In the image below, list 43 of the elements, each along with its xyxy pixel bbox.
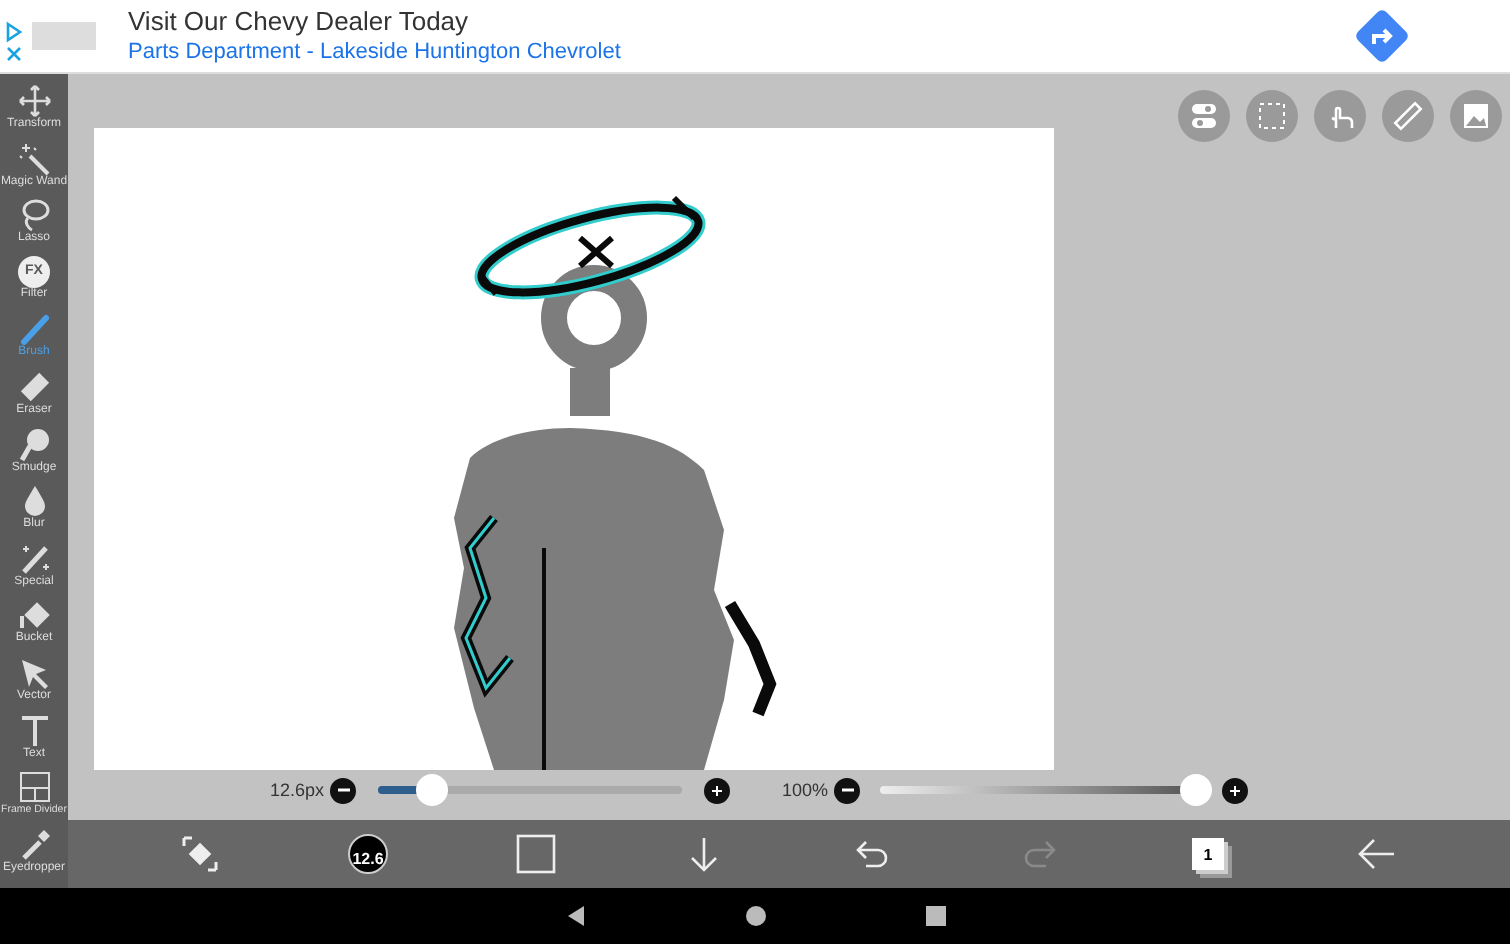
- minus-icon: [841, 788, 853, 792]
- transform-button[interactable]: [178, 832, 222, 876]
- ad-subtitle[interactable]: Parts Department - Lakeside Huntington Chevrolet: [128, 38, 1354, 66]
- image-button[interactable]: [1450, 90, 1502, 142]
- slider-thumb[interactable]: [1180, 774, 1212, 806]
- decrease-size-button[interactable]: [330, 777, 356, 803]
- advertiser-logo: [32, 22, 96, 50]
- dashed-square-icon: [1256, 100, 1288, 132]
- home-icon[interactable]: [743, 904, 767, 928]
- layer-toggle-button[interactable]: [1178, 90, 1230, 142]
- lasso-icon: [17, 198, 51, 233]
- slider-thumb[interactable]: [416, 774, 449, 806]
- increase-opacity-button[interactable]: [1222, 777, 1248, 803]
- color-button[interactable]: 12.6: [348, 834, 388, 874]
- brush-icon: [17, 312, 51, 347]
- ad-title[interactable]: Visit Our Chevy Dealer Today: [128, 6, 1354, 38]
- drawing-canvas[interactable]: [94, 128, 1054, 770]
- opacity-reading: 100%: [779, 780, 828, 800]
- smudge-icon: [17, 427, 51, 462]
- back-icon[interactable]: [563, 904, 587, 928]
- decrease-opacity-button[interactable]: [834, 777, 860, 803]
- layers-button[interactable]: 1: [1192, 838, 1224, 870]
- selection-button[interactable]: [514, 832, 558, 876]
- minus-icon: [337, 788, 349, 792]
- diamond-arrows-icon: [178, 832, 222, 876]
- cursor-arrow-icon: [17, 655, 51, 690]
- eyedropper-icon: [17, 827, 51, 862]
- ruler-icon: [1392, 100, 1424, 132]
- increase-size-button[interactable]: [704, 777, 730, 803]
- brush-size-reading: 12.6px: [267, 780, 324, 800]
- toggle-switches-icon: [1188, 100, 1220, 132]
- ad-choices-icon[interactable]: [4, 20, 24, 64]
- square-icon: [514, 832, 558, 876]
- ruler-button[interactable]: [1382, 90, 1434, 142]
- sparkle-wand-icon: [17, 541, 51, 576]
- magic-wand-icon: [17, 141, 51, 176]
- move-arrows-icon: [17, 84, 51, 118]
- hand-touch-button[interactable]: [1314, 90, 1366, 142]
- selection-button[interactable]: [1246, 90, 1298, 142]
- text-icon: [17, 713, 51, 748]
- image-icon: [1460, 100, 1492, 132]
- bucket-icon: [17, 598, 51, 633]
- recents-icon[interactable]: [923, 904, 947, 928]
